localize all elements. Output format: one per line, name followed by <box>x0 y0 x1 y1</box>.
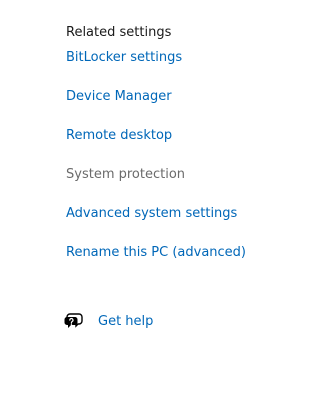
get-help-row[interactable]: Get help <box>64 312 153 330</box>
bitlocker-settings-link[interactable]: BitLocker settings <box>66 49 276 66</box>
related-settings-list: BitLocker settings Device Manager Remote… <box>66 49 276 261</box>
help-chat-icon[interactable] <box>64 312 84 330</box>
remote-desktop-link[interactable]: Remote desktop <box>66 127 276 144</box>
advanced-system-settings-link[interactable]: Advanced system settings <box>66 205 276 222</box>
rename-this-pc-advanced-link[interactable]: Rename this PC (advanced) <box>66 244 276 261</box>
system-protection-link: System protection <box>66 167 186 182</box>
get-help-link[interactable]: Get help <box>98 313 153 330</box>
related-settings-heading: Related settings <box>66 25 172 40</box>
device-manager-link[interactable]: Device Manager <box>66 88 276 105</box>
related-settings-panel: Related settings BitLocker settings Devi… <box>66 24 276 283</box>
